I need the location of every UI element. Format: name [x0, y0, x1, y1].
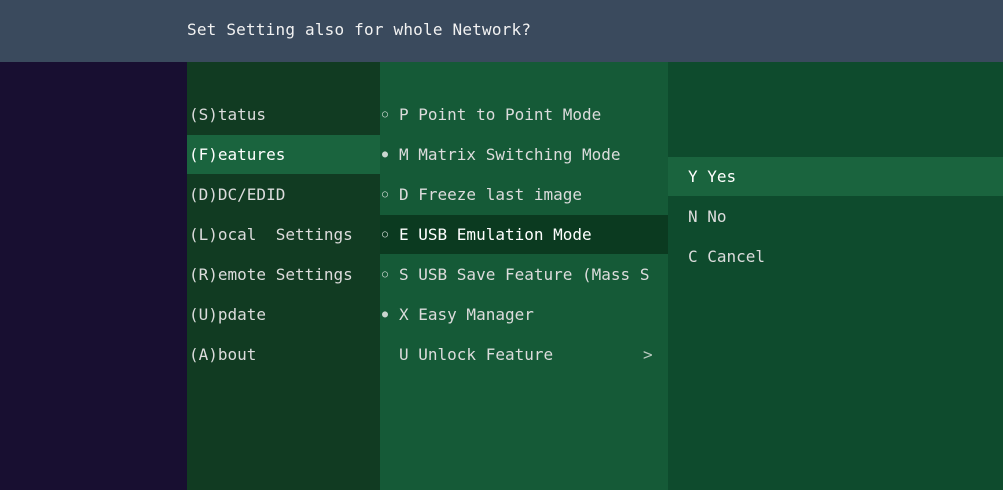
- feature-point-to-point[interactable]: ○ P Point to Point Mode: [380, 95, 668, 134]
- feature-label: S USB Save Feature (Mass S: [399, 265, 650, 284]
- feature-label: E USB Emulation Mode: [399, 225, 592, 244]
- feature-label: M Matrix Switching Mode: [399, 145, 621, 164]
- left-empty-pane: [0, 62, 187, 490]
- confirm-cancel[interactable]: C Cancel: [668, 237, 1003, 276]
- feature-label: P Point to Point Mode: [399, 105, 602, 124]
- menu-item-about[interactable]: (A)bout: [187, 335, 380, 374]
- radio-empty-icon: ○: [381, 109, 389, 120]
- confirm-yes[interactable]: Y Yes: [668, 157, 1003, 196]
- menu-item-label: (U)pdate: [189, 305, 267, 324]
- menu-item-label: (D)DC/EDID: [189, 185, 286, 204]
- menu-item-label: (S)tatus: [189, 105, 267, 124]
- confirm-label: N No: [688, 207, 727, 226]
- page-title: Set Setting also for whole Network?: [187, 20, 532, 39]
- confirm-no[interactable]: N No: [668, 197, 1003, 236]
- feature-label: D Freeze last image: [399, 185, 583, 204]
- menu-item-local-settings[interactable]: (L)ocal Settings: [187, 215, 380, 254]
- menu-item-remote-settings[interactable]: (R)emote Settings: [187, 255, 380, 294]
- radio-empty-icon: ○: [381, 269, 389, 280]
- menu-item-label: (R)emote Settings: [189, 265, 353, 284]
- radio-filled-icon: ●: [381, 309, 389, 320]
- feature-easy-manager[interactable]: ● X Easy Manager: [380, 295, 668, 334]
- radio-filled-icon: ●: [381, 149, 389, 160]
- feature-freeze-last-image[interactable]: ○ D Freeze last image: [380, 175, 668, 214]
- feature-usb-save[interactable]: ○ S USB Save Feature (Mass S: [380, 255, 668, 294]
- chevron-right-icon: >: [643, 345, 653, 364]
- radio-empty-icon: ○: [381, 189, 389, 200]
- menu-item-label: (A)bout: [189, 345, 257, 364]
- confirm-menu: Y Yes N No C Cancel: [668, 62, 1003, 490]
- feature-usb-emulation[interactable]: ○ E USB Emulation Mode: [380, 215, 668, 254]
- confirm-label: Y Yes: [688, 167, 737, 186]
- osd-screen: Set Setting also for whole Network? (S)t…: [0, 0, 1003, 490]
- menu-item-update[interactable]: (U)pdate: [187, 295, 380, 334]
- feature-label: U Unlock Feature: [399, 345, 554, 364]
- menu-item-status[interactable]: (S)tatus: [187, 95, 380, 134]
- menu-item-label: (L)ocal Settings: [189, 225, 353, 244]
- radio-empty-icon: ○: [381, 229, 389, 240]
- menu-item-label: (F)eatures: [189, 145, 286, 164]
- features-menu: ○ P Point to Point Mode ● M Matrix Switc…: [380, 62, 668, 490]
- menu-item-ddc-edid[interactable]: (D)DC/EDID: [187, 175, 380, 214]
- header-bar: Set Setting also for whole Network?: [0, 0, 1003, 62]
- feature-unlock[interactable]: U Unlock Feature >: [380, 335, 668, 374]
- confirm-label: C Cancel: [688, 247, 766, 266]
- menu-item-features[interactable]: (F)eatures: [187, 135, 380, 174]
- feature-label: X Easy Manager: [399, 305, 534, 324]
- feature-matrix-switching[interactable]: ● M Matrix Switching Mode: [380, 135, 668, 174]
- main-menu: (S)tatus (F)eatures (D)DC/EDID (L)ocal S…: [187, 62, 380, 490]
